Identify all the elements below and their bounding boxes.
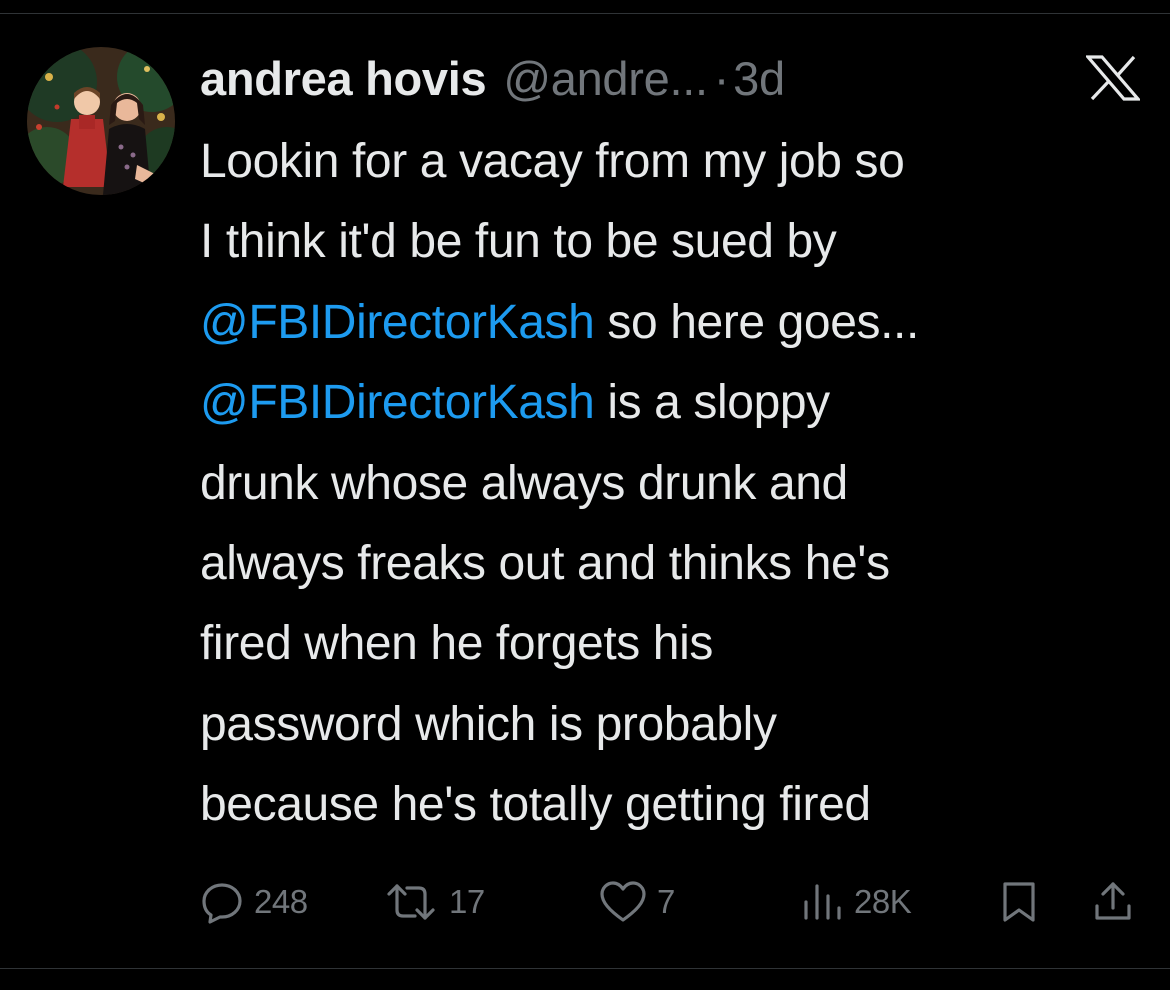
tweet-text-segment: fired when he forgets his: [200, 617, 713, 671]
avatar-photo: [27, 47, 175, 195]
tweet-text-segment: I think it'd be fun to be sued by: [200, 215, 837, 269]
tweet-line: password which is probably: [200, 685, 1160, 765]
action-bar: 248 17 7 28K: [0, 870, 1170, 934]
share-button[interactable]: [1093, 870, 1133, 934]
tweet-body: Lookin for a vacay from my job so I think…: [200, 122, 1160, 846]
tweet-text-segment: because he's totally getting fired: [200, 778, 871, 832]
post-time[interactable]: 3d: [733, 51, 785, 106]
repost-count: 17: [449, 883, 485, 920]
heart-icon: [600, 881, 646, 922]
views-count: 28K: [854, 883, 912, 920]
tweet-line: @FBIDirectorKash so here goes...: [200, 283, 1160, 363]
tweet-line: always freaks out and thinks he's: [200, 524, 1160, 604]
bookmark-button[interactable]: [999, 870, 1039, 934]
avatar[interactable]: [27, 47, 175, 195]
share-upload-icon: [1095, 882, 1131, 920]
reply-count: 248: [254, 883, 308, 920]
repost-button[interactable]: 17: [383, 870, 485, 934]
mention-link[interactable]: @FBIDirectorKash: [200, 376, 595, 429]
tweet-text-segment: password which is probably: [200, 697, 777, 751]
like-count: 7: [657, 883, 675, 920]
tweet-header: andrea hovis @andre... · 3d: [200, 48, 785, 108]
like-button[interactable]: 7: [599, 870, 675, 934]
views-button[interactable]: 28K: [800, 870, 912, 934]
separator-dot: ·: [713, 51, 730, 105]
views-bar-chart-icon: [804, 884, 841, 920]
author-handle[interactable]: @andre...: [503, 51, 708, 106]
mention-link[interactable]: @FBIDirectorKash: [200, 296, 595, 349]
top-divider: [0, 13, 1170, 14]
bottom-divider: [0, 968, 1170, 969]
tweet-line: @FBIDirectorKash is a sloppy: [200, 363, 1160, 443]
tweet-line: drunk whose always drunk and: [200, 444, 1160, 524]
tweet-text-segment: drunk whose always drunk and: [200, 456, 848, 510]
x-logo-icon[interactable]: [1084, 55, 1142, 101]
tweet-text-segment: is a sloppy: [594, 376, 830, 430]
reply-button[interactable]: 248: [200, 870, 308, 934]
tweet-line: because he's totally getting fired: [200, 765, 1160, 845]
author-display-name[interactable]: andrea hovis: [200, 51, 487, 106]
tweet-text-segment: so here goes...: [594, 295, 919, 349]
repost-arrows-icon: [387, 884, 435, 920]
tweet-text-segment: always freaks out and thinks he's: [200, 536, 890, 590]
bookmark-icon: [1003, 882, 1035, 922]
tweet-text-segment: Lookin for a vacay from my job so: [200, 135, 905, 188]
tweet-line: Lookin for a vacay from my job so: [200, 122, 1160, 202]
tweet-line: I think it'd be fun to be sued by: [200, 202, 1160, 282]
tweet-line: fired when he forgets his: [200, 604, 1160, 684]
reply-bubble-icon: [202, 883, 242, 924]
